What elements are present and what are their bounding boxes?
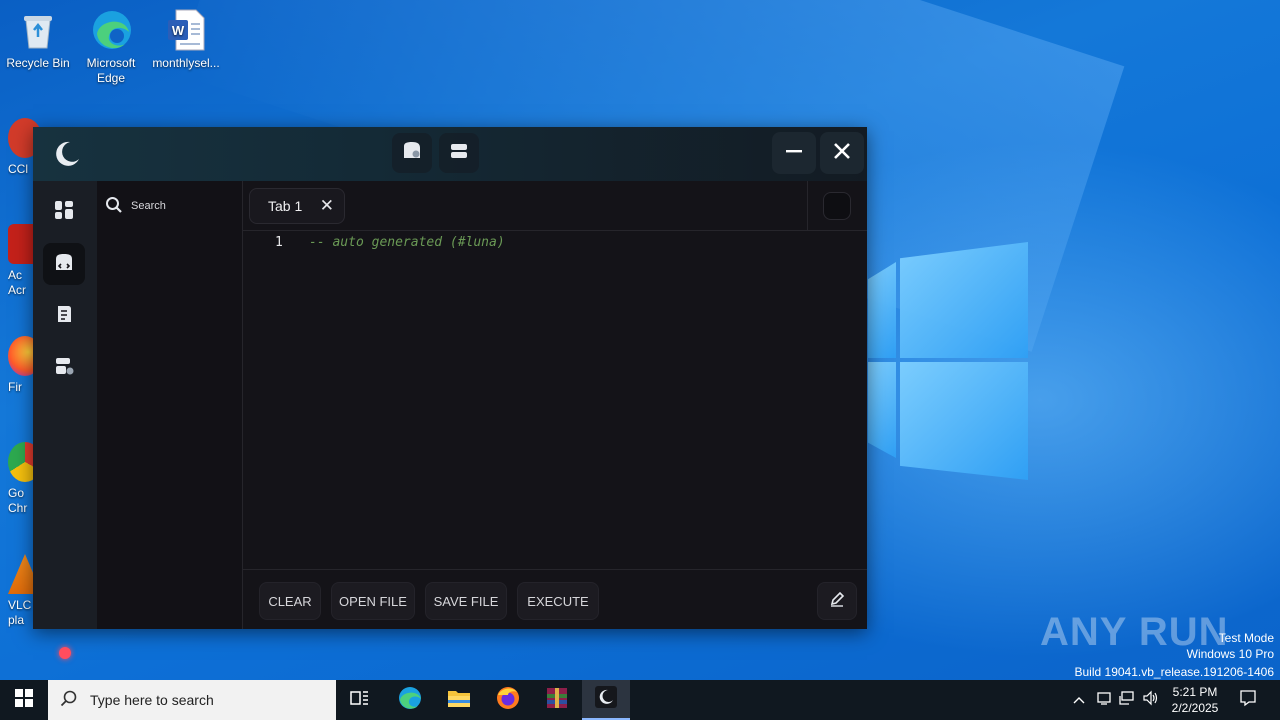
minimize-button[interactable] [772,132,816,174]
execute-button[interactable]: EXECUTE [517,582,599,620]
windows-start-icon [15,688,33,712]
luna-executor-window: Search Tab 1 ✕ 1 -- auto generated (#lun… [33,127,867,659]
status-indicator [59,647,71,659]
desktop-icon-label: Recycle Bin [6,56,70,70]
build-label: Build 19041.vb_release.191206-1406 [1074,665,1275,679]
title-bar[interactable] [33,127,867,181]
code-editor[interactable]: 1 -- auto generated (#luna) [243,231,867,569]
clock-date: 2/2/2025 [1171,701,1219,715]
taskbar-search-placeholder: Type here to search [90,692,214,708]
open-file-button[interactable]: OPEN FILE [331,582,415,620]
word-document-icon: W [164,8,208,52]
script-hub-button[interactable] [392,133,432,173]
dashboard-icon [53,199,75,226]
taskbar-search-input[interactable]: Type here to search [48,680,336,720]
clock-time: 5:21 PM [1172,685,1218,699]
search-icon [105,196,123,217]
edge-icon [89,8,133,52]
file-explorer-icon [447,688,471,713]
taskbar-luna[interactable] [582,680,630,720]
taskbar-file-explorer[interactable] [435,680,483,720]
task-view-button[interactable] [336,680,384,720]
rail-item-settings[interactable] [43,347,85,389]
chevron-up-icon [1073,691,1085,709]
side-navigation [33,181,97,659]
script-explorer: Search [97,181,243,629]
pencil-icon [829,591,845,612]
divider [807,181,808,231]
system-clock[interactable]: 5:21 PM 2/2/2025 [1162,684,1228,716]
scripts-icon [53,303,75,330]
start-button[interactable] [0,680,48,720]
storage-button[interactable] [439,133,479,173]
tab-label: Tab 1 [268,198,303,214]
os-edition-label: Windows 10 Pro [1186,647,1274,661]
action-center-button[interactable] [1232,680,1264,720]
edge-icon [398,686,422,715]
edit-button[interactable] [817,582,857,620]
tray-network-status[interactable] [1094,680,1114,720]
tray-monitor[interactable] [1117,680,1137,720]
desktop-icon-label: monthlysel... [152,56,220,70]
recycle-bin-icon [16,8,60,52]
taskbar: Type here to search 5:21 PM 2/2/2025 [0,680,1280,720]
monitor-icon [1119,690,1135,711]
search-icon [60,690,78,711]
editor-icon [53,251,75,278]
close-icon [833,140,851,166]
svg-text:W: W [172,23,185,38]
save-file-button[interactable]: SAVE FILE [425,582,507,620]
close-tab-icon[interactable]: ✕ [320,196,334,216]
new-tab-button[interactable] [823,192,851,220]
test-mode-label: Test Mode [1218,631,1274,645]
show-hidden-icons-button[interactable] [1068,680,1090,720]
script-hub-icon [401,140,423,167]
moon-logo-icon [51,139,81,169]
rail-item-dashboard[interactable] [43,191,85,233]
desktop-icon-document[interactable]: W monthlysel... [148,8,224,71]
desktop-icon-recycle-bin[interactable]: Recycle Bin [0,8,76,71]
close-window-button[interactable] [820,132,864,174]
taskbar-winrar[interactable] [533,680,581,720]
rail-item-scripts[interactable] [43,295,85,337]
taskbar-edge[interactable] [386,680,434,720]
desktop-icon-label: Microsoft Edge [86,56,136,85]
firefox-icon [496,686,520,715]
settings-icon [53,355,75,382]
script-search-input[interactable]: Search [105,193,166,219]
task-view-icon [350,689,370,712]
minimize-icon [785,140,803,166]
desktop-icon-microsoft-edge[interactable]: Microsoft Edge [73,8,149,86]
tab-1[interactable]: Tab 1 ✕ [249,188,345,224]
storage-icon [448,140,470,167]
winrar-icon [545,686,569,715]
notification-icon [1239,689,1257,712]
luna-icon [595,685,617,713]
line-number: 1 [275,235,283,250]
windows-logo [868,242,1028,480]
rail-item-editor[interactable] [43,243,85,285]
tab-bar: Tab 1 ✕ [243,181,867,231]
search-placeholder: Search [131,200,166,212]
code-line[interactable]: -- auto generated (#luna) [309,235,505,250]
taskbar-firefox[interactable] [484,680,532,720]
speaker-icon [1142,690,1158,711]
tray-volume[interactable] [1140,680,1160,720]
network-icon [1096,690,1112,711]
action-bar: CLEAR OPEN FILE SAVE FILE EXECUTE [243,569,867,629]
clear-button[interactable]: CLEAR [259,582,321,620]
